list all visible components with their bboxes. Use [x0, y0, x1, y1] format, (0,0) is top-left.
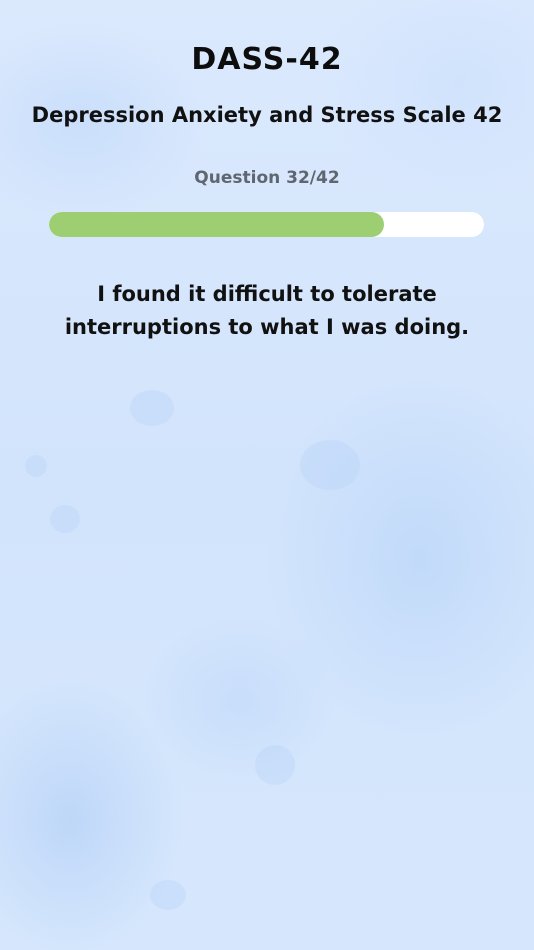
background-splash [50, 505, 80, 533]
background-splash [150, 880, 186, 910]
app-title: DASS-42 [191, 42, 343, 77]
background-splash [300, 440, 360, 490]
progress-bar [49, 212, 484, 237]
question-text: I found it difficult to tolerate interru… [64, 282, 470, 339]
background-splash [25, 455, 47, 477]
background-splash [130, 390, 174, 426]
background-splash [255, 745, 295, 785]
question-counter: Question 32/42 [194, 168, 340, 188]
dass-question-screen: DASS-42 Depression Anxiety and Stress Sc… [0, 0, 534, 950]
progress-bar-fill [49, 212, 384, 237]
app-subtitle: Depression Anxiety and Stress Scale 42 [31, 103, 503, 127]
